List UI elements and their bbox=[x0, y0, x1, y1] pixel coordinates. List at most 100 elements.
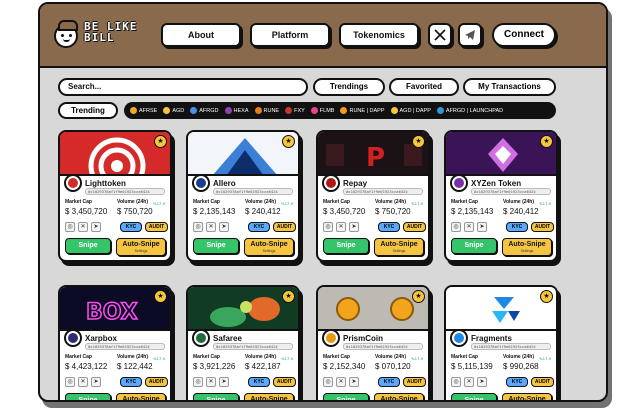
auto-snipe-button[interactable]: Auto-Snipe Settings bbox=[502, 238, 552, 256]
snipe-button[interactable]: Snipe bbox=[193, 393, 239, 400]
kyc-badge[interactable]: KYC bbox=[378, 377, 400, 387]
x-logo-icon[interactable]: ✕ bbox=[464, 222, 474, 232]
x-logo-icon[interactable] bbox=[428, 23, 452, 47]
token-card[interactable]: P ★ Repay 0x1029378af1f9e01923cca6424 Ma… bbox=[316, 130, 430, 262]
ticker-item[interactable]: AFRGD bbox=[190, 107, 219, 114]
kyc-badge[interactable]: KYC bbox=[248, 377, 270, 387]
x-logo-icon[interactable]: ✕ bbox=[206, 377, 216, 387]
x-logo-icon[interactable]: ✕ bbox=[206, 222, 216, 232]
audit-badge[interactable]: AUDIT bbox=[145, 222, 168, 232]
favorite-star-icon[interactable]: ★ bbox=[412, 290, 425, 303]
snipe-button[interactable]: Snipe bbox=[65, 238, 111, 254]
bill-logo-icon[interactable] bbox=[54, 20, 78, 48]
ticker-item[interactable]: AGD bbox=[163, 107, 184, 114]
contract-address[interactable]: 0x1029378af1f9e01923cca6424 bbox=[343, 188, 423, 195]
contract-address[interactable]: 0x1029378af1f9e01923cca6424 bbox=[471, 343, 551, 350]
ticker-item[interactable]: RUNE bbox=[254, 107, 279, 114]
snipe-button[interactable]: Snipe bbox=[451, 238, 497, 254]
search-input[interactable]: Search... bbox=[58, 78, 308, 96]
favorite-star-icon[interactable]: ★ bbox=[540, 290, 553, 303]
contract-address[interactable]: 0x1029378af1f9e01923cca6424 bbox=[85, 188, 165, 195]
x-logo-icon[interactable]: ✕ bbox=[464, 377, 474, 387]
website-icon[interactable]: ◎ bbox=[65, 377, 75, 387]
kyc-badge[interactable]: KYC bbox=[120, 377, 142, 387]
ticker-item[interactable]: AGD | DAPP bbox=[390, 107, 431, 114]
favorite-star-icon[interactable]: ★ bbox=[154, 135, 167, 148]
token-card[interactable]: ★ Lighttoken 0x1029378af1f9e01923cca6424… bbox=[58, 130, 172, 262]
tab-trendings[interactable]: Trendings bbox=[313, 78, 385, 96]
telegram-icon[interactable]: ➤ bbox=[219, 222, 229, 232]
kyc-badge[interactable]: KYC bbox=[378, 222, 400, 232]
auto-snipe-button[interactable]: Auto-Snipe Settings bbox=[244, 393, 294, 400]
audit-badge[interactable]: AUDIT bbox=[273, 222, 296, 232]
website-icon[interactable]: ◎ bbox=[451, 222, 461, 232]
audit-badge[interactable]: AUDIT bbox=[403, 377, 426, 387]
contract-address[interactable]: 0x1029378af1f9e01923cca6424 bbox=[343, 343, 423, 350]
telegram-icon[interactable]: ➤ bbox=[91, 222, 101, 232]
x-logo-icon[interactable]: ✕ bbox=[336, 222, 346, 232]
token-card[interactable]: ★ Fragments 0x1029378af1f9e01923cca6424 … bbox=[444, 285, 558, 400]
token-card[interactable]: ★ Allero 0x1029378af1f9e01923cca6424 Mar… bbox=[186, 130, 300, 262]
ticker-item[interactable]: FLMB bbox=[310, 107, 334, 114]
telegram-icon[interactable]: ➤ bbox=[349, 222, 359, 232]
favorite-star-icon[interactable]: ★ bbox=[282, 135, 295, 148]
tab-favorited[interactable]: Favorited bbox=[389, 78, 459, 96]
auto-snipe-button[interactable]: Auto-Snipe Settings bbox=[116, 238, 166, 256]
ticker-item[interactable]: HEXA bbox=[224, 107, 249, 114]
nav-platform-button[interactable]: Platform bbox=[250, 23, 330, 47]
auto-snipe-button[interactable]: Auto-Snipe Settings bbox=[244, 238, 294, 256]
x-logo-icon[interactable]: ✕ bbox=[336, 377, 346, 387]
favorite-star-icon[interactable]: ★ bbox=[154, 290, 167, 303]
logo-text[interactable]: BE LIKE BILL bbox=[84, 21, 144, 43]
auto-snipe-button[interactable]: Auto-Snipe Settings bbox=[502, 393, 552, 400]
nav-tokenomics-button[interactable]: Tokenomics bbox=[339, 23, 419, 47]
favorite-star-icon[interactable]: ★ bbox=[282, 290, 295, 303]
telegram-icon[interactable]: ➤ bbox=[219, 377, 229, 387]
ticker-item[interactable]: RUNE | DAPP bbox=[340, 107, 385, 114]
website-icon[interactable]: ◎ bbox=[323, 222, 333, 232]
connect-wallet-button[interactable]: Connect bbox=[492, 23, 556, 47]
token-card[interactable]: BOX ★ Xarpbox 0x1029378af1f9e01923cca642… bbox=[58, 285, 172, 400]
favorite-star-icon[interactable]: ★ bbox=[412, 135, 425, 148]
website-icon[interactable]: ◎ bbox=[65, 222, 75, 232]
snipe-button[interactable]: Snipe bbox=[193, 238, 239, 254]
audit-badge[interactable]: AUDIT bbox=[273, 377, 296, 387]
snipe-button[interactable]: Snipe bbox=[65, 393, 111, 400]
telegram-icon[interactable]: ➤ bbox=[477, 377, 487, 387]
kyc-badge[interactable]: KYC bbox=[506, 222, 528, 232]
nav-about-button[interactable]: About bbox=[161, 23, 241, 47]
trending-label-button[interactable]: Trending bbox=[58, 102, 118, 119]
ticker-item[interactable]: FXY bbox=[285, 107, 305, 114]
x-logo-icon[interactable]: ✕ bbox=[78, 377, 88, 387]
contract-address[interactable]: 0x1029378af1f9e01923cca6424 bbox=[213, 188, 293, 195]
audit-badge[interactable]: AUDIT bbox=[145, 377, 168, 387]
kyc-badge[interactable]: KYC bbox=[120, 222, 142, 232]
ticker-item[interactable]: AFRGD | LAUNCHPAD bbox=[436, 107, 503, 114]
ticker-item[interactable]: AFRSE bbox=[130, 107, 157, 114]
telegram-icon[interactable]: ➤ bbox=[477, 222, 487, 232]
snipe-button[interactable]: Snipe bbox=[323, 393, 369, 400]
website-icon[interactable]: ◎ bbox=[451, 377, 461, 387]
audit-badge[interactable]: AUDIT bbox=[403, 222, 426, 232]
contract-address[interactable]: 0x1029378af1f9e01923cca6424 bbox=[471, 188, 551, 195]
contract-address[interactable]: 0x1029378af1f9e01923cca6424 bbox=[213, 343, 293, 350]
snipe-button[interactable]: Snipe bbox=[451, 393, 497, 400]
telegram-icon[interactable]: ➤ bbox=[349, 377, 359, 387]
token-card[interactable]: ★ Safaree 0x1029378af1f9e01923cca6424 Ma… bbox=[186, 285, 300, 400]
auto-snipe-button[interactable]: Auto-Snipe Settings bbox=[374, 238, 424, 256]
telegram-icon[interactable] bbox=[458, 23, 482, 47]
kyc-badge[interactable]: KYC bbox=[248, 222, 270, 232]
tab-my-transactions[interactable]: My Transactions bbox=[463, 78, 556, 96]
website-icon[interactable]: ◎ bbox=[323, 377, 333, 387]
favorite-star-icon[interactable]: ★ bbox=[540, 135, 553, 148]
audit-badge[interactable]: AUDIT bbox=[531, 377, 554, 387]
kyc-badge[interactable]: KYC bbox=[506, 377, 528, 387]
x-logo-icon[interactable]: ✕ bbox=[78, 222, 88, 232]
auto-snipe-button[interactable]: Auto-Snipe Settings bbox=[374, 393, 424, 400]
website-icon[interactable]: ◎ bbox=[193, 222, 203, 232]
auto-snipe-button[interactable]: Auto-Snipe Settings bbox=[116, 393, 166, 400]
telegram-icon[interactable]: ➤ bbox=[91, 377, 101, 387]
website-icon[interactable]: ◎ bbox=[193, 377, 203, 387]
audit-badge[interactable]: AUDIT bbox=[531, 222, 554, 232]
token-card[interactable]: ★ PrismCoin 0x1029378af1f9e01923cca6424 … bbox=[316, 285, 430, 400]
